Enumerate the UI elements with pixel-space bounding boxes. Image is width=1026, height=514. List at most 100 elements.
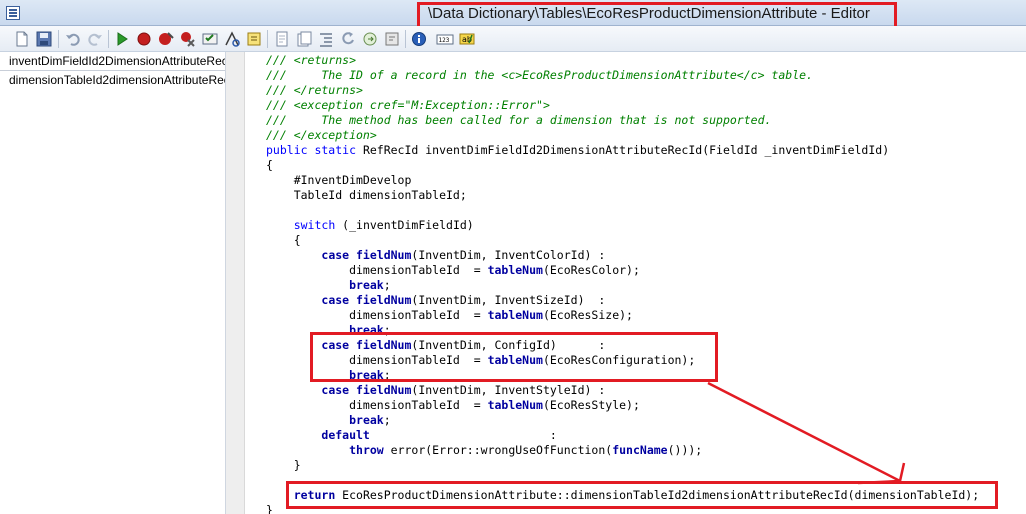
code-token: case fieldNum xyxy=(321,293,412,307)
code-token: ; xyxy=(383,413,391,427)
code-token: } xyxy=(266,503,273,514)
code-token: (InventDim, InventSizeId) : xyxy=(411,293,606,307)
code-line: case fieldNum(InventDim, InventSizeId) : xyxy=(266,293,605,308)
code-line: case fieldNum(InventDim, InventStyleId) … xyxy=(266,383,605,398)
uncomment-icon[interactable] xyxy=(295,30,313,48)
comment-icon[interactable] xyxy=(273,30,291,48)
code-line: case fieldNum(InventDim, InventColorId) … xyxy=(266,248,605,263)
code-token: dimensionTableId = xyxy=(266,308,488,322)
breakpoint-icon[interactable] xyxy=(135,30,153,48)
code-line: } xyxy=(266,503,273,514)
code-line: break; xyxy=(266,413,391,428)
code-token: tableNum xyxy=(487,308,543,322)
code-token: (InventDim, InventColorId) : xyxy=(411,248,606,262)
script-icon[interactable] xyxy=(245,30,263,48)
code-line: TableId dimensionTableId; xyxy=(266,188,467,203)
code-token: (InventDim, InventStyleId) : xyxy=(411,383,606,397)
code-token: /// <returns> xyxy=(266,53,357,67)
code-line: dimensionTableId = tableNum(EcoResSize); xyxy=(266,308,633,323)
line-numbers-icon[interactable]: 123 xyxy=(436,30,454,48)
find-icon[interactable] xyxy=(361,30,379,48)
editor-gutter xyxy=(226,52,245,514)
new-icon[interactable] xyxy=(13,30,31,48)
code-token: funcName xyxy=(612,443,668,457)
code-token: ())); xyxy=(667,443,703,457)
code-line: default : xyxy=(266,428,557,443)
code-token: case fieldNum xyxy=(321,248,412,262)
title-bar: \Data Dictionary\Tables\EcoResProductDim… xyxy=(0,0,1026,33)
code-line: switch (_inventDimFieldId) xyxy=(266,218,474,233)
lookup-icon[interactable] xyxy=(223,30,241,48)
code-token: (EcoResColor); xyxy=(542,263,640,277)
undo-icon[interactable] xyxy=(64,30,82,48)
code-token: ; xyxy=(383,278,391,292)
code-token: dimensionTableId = xyxy=(266,263,488,277)
save-icon[interactable] xyxy=(35,30,53,48)
code-token: throw xyxy=(349,443,384,457)
code-line: /// </exception> xyxy=(266,128,377,143)
code-line: { xyxy=(266,233,301,248)
editor-toolbar: 123 ab xyxy=(0,26,1026,52)
return-statement-highlight xyxy=(286,481,998,509)
navigate-icon[interactable] xyxy=(339,30,357,48)
code-token: switch xyxy=(293,218,336,232)
code-token: : xyxy=(369,428,557,442)
code-line: throw error(Error::wrongUseOfFunction(fu… xyxy=(266,443,702,458)
compile-icon[interactable] xyxy=(201,30,219,48)
spellcheck-icon[interactable]: ab xyxy=(458,30,476,48)
redo-icon[interactable] xyxy=(86,30,104,48)
code-line: /// <returns> xyxy=(266,53,356,68)
run-icon[interactable] xyxy=(113,30,131,48)
code-token: break xyxy=(349,278,384,292)
code-token: /// <exception cref="M:Exception::Error"… xyxy=(266,98,550,112)
code-line: break; xyxy=(266,278,391,293)
code-line: /// </returns> xyxy=(266,83,363,98)
help-icon[interactable] xyxy=(383,30,401,48)
code-token: default xyxy=(321,428,370,442)
method-list-item[interactable]: inventDimFieldId2DimensionAttributeRecId xyxy=(0,52,225,71)
code-token: case fieldNum xyxy=(321,383,412,397)
code-line: { xyxy=(266,158,273,173)
code-token: /// The ID of a record in the <c>EcoResP… xyxy=(266,68,813,82)
editor-window-icon xyxy=(6,6,20,20)
code-token: (EcoResSize); xyxy=(542,308,633,322)
code-token: tableNum xyxy=(487,398,543,412)
code-line: } xyxy=(266,458,301,473)
code-line: /// The method has been called for a dim… xyxy=(266,113,771,128)
code-token: TableId dimensionTableId; xyxy=(266,188,467,202)
code-line: /// <exception cref="M:Exception::Error"… xyxy=(266,98,550,113)
code-editor[interactable]: /// <returns>/// The ID of a record in t… xyxy=(246,52,1026,514)
code-token: public static xyxy=(266,143,363,157)
code-token: #InventDimDevelop xyxy=(266,173,412,187)
indent-icon[interactable] xyxy=(317,30,335,48)
code-token: /// </exception> xyxy=(266,128,377,142)
method-list-item[interactable]: dimensionTableId2dimensionAttributeRecId xyxy=(0,71,225,90)
stop-icon[interactable] xyxy=(157,30,175,48)
code-token: error(Error::wrongUseOfFunction( xyxy=(383,443,613,457)
code-token: } xyxy=(266,458,301,472)
code-token: RefRecId inventDimFieldId2DimensionAttri… xyxy=(362,143,890,157)
code-token: /// </returns> xyxy=(266,83,363,97)
code-token: break xyxy=(349,413,384,427)
configid-case-highlight xyxy=(310,332,718,382)
code-token: tableNum xyxy=(487,263,543,277)
code-line: /// The ID of a record in the <c>EcoResP… xyxy=(266,68,813,83)
code-token: dimensionTableId = xyxy=(266,398,488,412)
remove-breakpoints-icon[interactable] xyxy=(179,30,197,48)
method-list: inventDimFieldId2DimensionAttributeRecId… xyxy=(0,52,226,514)
code-token: (EcoResStyle); xyxy=(542,398,640,412)
code-line: public static RefRecId inventDimFieldId2… xyxy=(266,143,889,158)
info-icon[interactable] xyxy=(410,30,428,48)
code-line: dimensionTableId = tableNum(EcoResStyle)… xyxy=(266,398,640,413)
code-line: #InventDimDevelop xyxy=(266,173,412,188)
code-line: dimensionTableId = tableNum(EcoResColor)… xyxy=(266,263,640,278)
code-token: /// The method has been called for a dim… xyxy=(266,113,772,127)
